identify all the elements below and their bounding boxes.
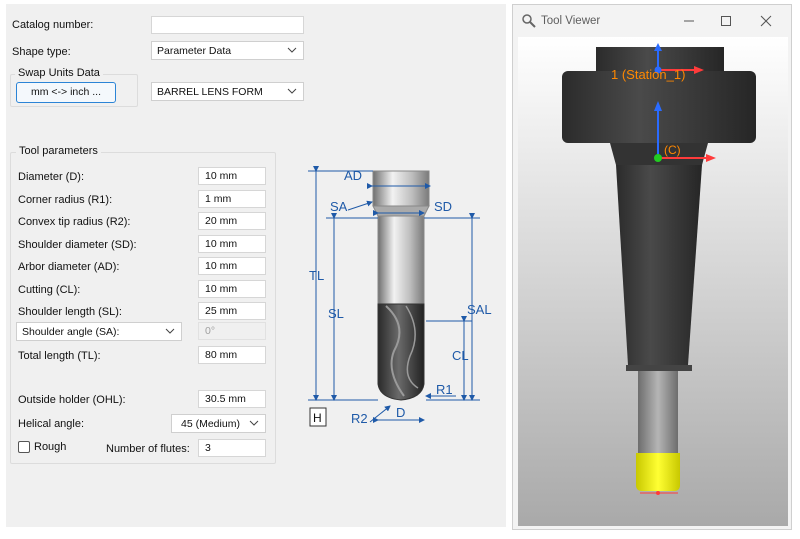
- shoulder-diameter-input[interactable]: 10 mm: [198, 235, 266, 253]
- cutting-length-input[interactable]: 10 mm: [198, 280, 266, 298]
- station-label: 1 (Station_1): [611, 67, 685, 82]
- total-length-input[interactable]: 80 mm: [198, 346, 266, 364]
- outside-holder-input[interactable]: 30.5 mm: [198, 390, 266, 408]
- tool-viewer-window: Tool Viewer 1 (Station_1) (C): [512, 4, 792, 530]
- diagram-label-ad: AD: [344, 168, 362, 183]
- arbor-diameter-input[interactable]: 10 mm: [198, 257, 266, 275]
- shoulder-angle-select-label: Shoulder angle (SA):: [22, 326, 120, 338]
- cutting-length-label: Cutting (CL):: [18, 284, 81, 296]
- holder-toggle-label: H: [313, 411, 322, 425]
- convex-tip-radius-input[interactable]: 20 mm: [198, 212, 266, 230]
- corner-radius-label: Corner radius (R1):: [18, 194, 113, 206]
- tool-arbor: [372, 170, 430, 207]
- outside-holder-label: Outside holder (OHL):: [18, 394, 126, 406]
- tool-tip-point: [656, 491, 660, 495]
- diagram-label-r1: R1: [436, 382, 453, 397]
- close-icon[interactable]: [758, 13, 774, 29]
- tool-3d-viewport[interactable]: 1 (Station_1) (C): [518, 37, 788, 526]
- diagram-label-sal: SAL: [467, 302, 492, 317]
- tool-tip-model: [636, 453, 680, 491]
- tool-body: [372, 170, 430, 401]
- form-select-value: BARREL LENS FORM: [157, 86, 263, 98]
- swap-units-group-title: Swap Units Data: [15, 67, 103, 79]
- holder-toggle-button[interactable]: H: [309, 407, 327, 427]
- rough-checkbox[interactable]: [18, 441, 30, 453]
- tool-shank-model: [638, 371, 678, 453]
- tool-shoulder-taper: [372, 205, 430, 217]
- viewer-titlebar[interactable]: Tool Viewer: [513, 5, 791, 37]
- viewer-title: Tool Viewer: [541, 15, 601, 27]
- shape-type-value: Parameter Data: [157, 45, 232, 57]
- tool-flutes: [377, 303, 425, 401]
- diagram-label-r2: R2: [351, 411, 368, 426]
- total-length-label: Total length (TL):: [18, 350, 101, 362]
- shoulder-length-label: Shoulder length (SL):: [18, 306, 122, 318]
- chevron-down-icon: [287, 47, 297, 53]
- shape-type-select[interactable]: Parameter Data: [151, 41, 304, 60]
- helical-angle-label: Helical angle:: [18, 418, 85, 430]
- shoulder-diameter-label: Shoulder diameter (SD):: [18, 239, 137, 251]
- convex-tip-radius-label: Convex tip radius (R2):: [18, 216, 131, 228]
- corner-radius-input[interactable]: 1 mm: [198, 190, 266, 208]
- minimize-icon[interactable]: [681, 13, 697, 29]
- shoulder-angle-input: 0°: [198, 322, 266, 340]
- number-of-flutes-input[interactable]: 3: [198, 439, 266, 457]
- diagram-label-cl: CL: [452, 348, 469, 363]
- catalog-number-label: Catalog number:: [12, 19, 94, 31]
- swap-units-button[interactable]: mm <-> inch ...: [16, 82, 116, 103]
- maximize-icon[interactable]: [718, 13, 734, 29]
- arbor-diameter-label: Arbor diameter (AD):: [18, 261, 120, 273]
- tool-parameters-title: Tool parameters: [16, 145, 101, 157]
- catalog-number-input[interactable]: [151, 16, 304, 34]
- diagram-label-sl: SL: [328, 306, 344, 321]
- diagram-label-sa: SA: [330, 199, 348, 214]
- tool-dimension-diagram: AD SA SD TL SL SAL CL R1 R2 D H: [308, 166, 492, 427]
- helical-angle-value: 45 (Medium): [181, 418, 240, 430]
- number-of-flutes-label: Number of flutes:: [106, 443, 190, 455]
- tool-viewer-app-icon: [522, 14, 536, 28]
- rough-label: Rough: [34, 441, 67, 453]
- c-label: (C): [664, 143, 681, 157]
- shoulder-angle-select[interactable]: Shoulder angle (SA):: [16, 322, 182, 341]
- chevron-down-icon: [287, 88, 297, 94]
- diameter-input[interactable]: 10 mm: [198, 167, 266, 185]
- tool-shank: [377, 215, 425, 305]
- form-select[interactable]: BARREL LENS FORM: [151, 82, 304, 101]
- chevron-down-icon: [249, 420, 259, 426]
- chevron-down-icon: [165, 328, 175, 334]
- shape-type-label: Shape type:: [12, 46, 71, 58]
- diagram-label-d: D: [396, 405, 405, 420]
- shoulder-length-input[interactable]: 25 mm: [198, 302, 266, 320]
- diameter-label: Diameter (D):: [18, 171, 85, 183]
- diagram-label-tl: TL: [309, 268, 324, 283]
- helical-angle-select[interactable]: 45 (Medium): [171, 414, 266, 433]
- diagram-label-sd: SD: [434, 199, 452, 214]
- tool-definition-panel: Catalog number: Shape type: Parameter Da…: [6, 4, 506, 527]
